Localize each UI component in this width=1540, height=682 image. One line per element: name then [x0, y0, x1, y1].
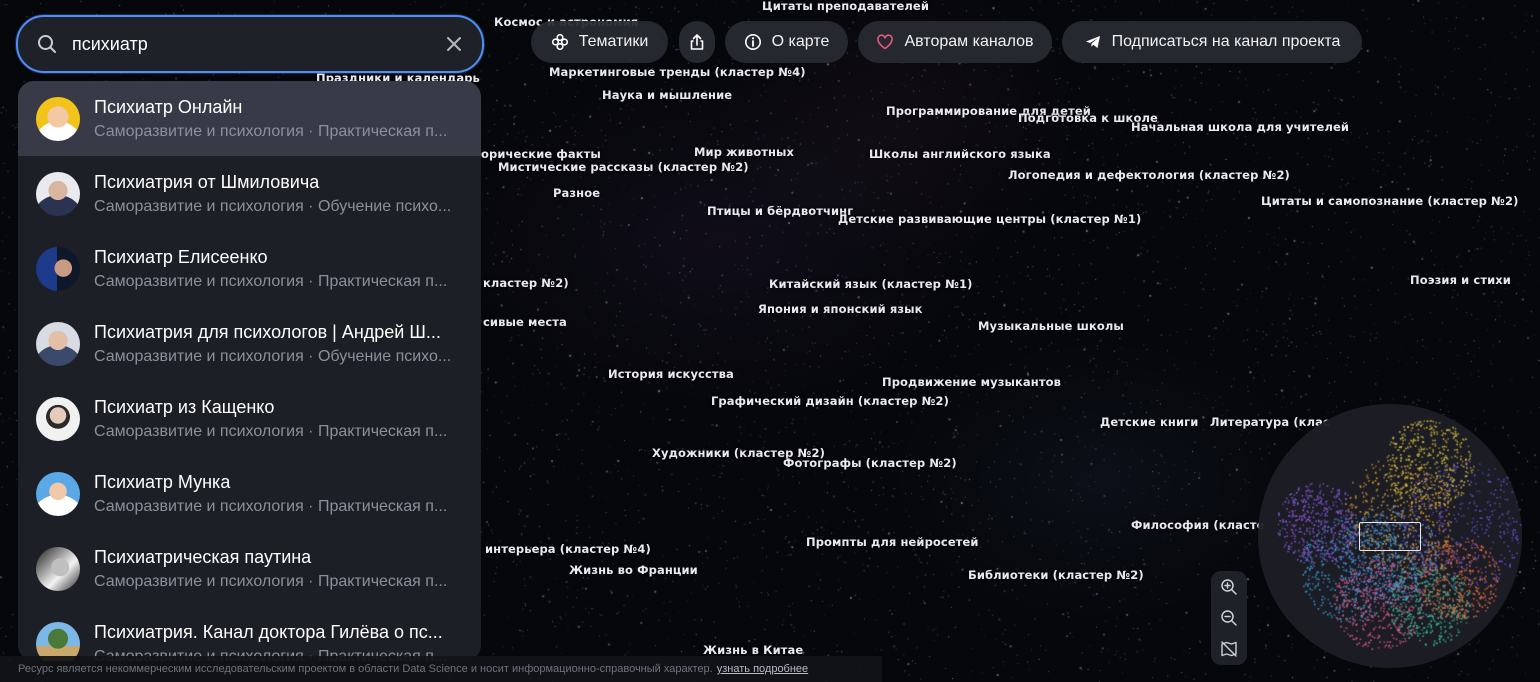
search-results: Психиатр Онлайн Саморазвитие и психологи… — [18, 81, 481, 661]
channel-avatar — [36, 246, 80, 291]
result-title: Психиатрия. Канал доктора Гилёва о пс... — [94, 622, 443, 642]
map-label[interactable]: Логопедия и дефектология (кластер №2) — [1008, 168, 1290, 182]
map-label[interactable]: Детские развивающие центры (кластер №1) — [838, 212, 1141, 226]
map-toggle-icon[interactable] — [1220, 640, 1238, 658]
result-title: Психиатрия для психологов | Андрей Ш... — [94, 322, 441, 342]
search-input[interactable] — [72, 33, 444, 55]
map-label[interactable]: сивые места — [483, 315, 567, 329]
search-result-item[interactable]: Психиатр из Кащенко Саморазвитие и психо… — [18, 381, 481, 456]
search-bar[interactable] — [16, 15, 484, 73]
about-map-label: О карте — [771, 33, 830, 50]
disclaimer-footer: Ресурс является некоммерческим исследова… — [0, 656, 882, 682]
map-label[interactable]: Мир животных — [694, 145, 794, 159]
search-result-item[interactable]: Психиатр Мунка Саморазвитие и психология… — [18, 456, 481, 531]
telegram-icon — [1085, 36, 1100, 48]
subscribe-button[interactable]: Подписаться на канал проекта — [1062, 21, 1362, 63]
channel-avatar — [36, 321, 80, 366]
map-label[interactable]: Птицы и бёрдвотчинг — [707, 204, 853, 218]
map-label[interactable]: Промпты для нейросетей — [806, 535, 979, 549]
result-title: Психиатр из Кащенко — [94, 397, 275, 417]
result-title: Психиатр Мунка — [94, 472, 231, 492]
close-icon[interactable] — [444, 34, 464, 54]
share-button[interactable] — [679, 21, 715, 63]
result-subtitle: Саморазвитие и психология · Практическая… — [94, 573, 448, 590]
flower-icon — [551, 33, 568, 51]
map-label[interactable]: Философия (класте — [1131, 518, 1265, 532]
search-result-item[interactable]: Психиатрия от Шмиловича Саморазвитие и п… — [18, 156, 481, 231]
map-label[interactable]: Музыкальные школы — [978, 319, 1124, 333]
result-subtitle: Саморазвитие и психология · Практическая… — [94, 498, 448, 515]
channel-avatar — [36, 396, 80, 441]
zoom-out-icon[interactable] — [1220, 609, 1238, 627]
map-label[interactable]: Библиотеки (кластер №2) — [968, 568, 1144, 582]
search-result-item[interactable]: Психиатрия. Канал доктора Гилёва о пс...… — [18, 606, 481, 661]
topics-button[interactable]: Тематики — [531, 21, 668, 63]
map-label[interactable]: Графический дизайн (кластер №2) — [711, 394, 949, 408]
result-title: Психиатрия от Шмиловича — [94, 172, 320, 192]
result-subtitle: Саморазвитие и психология · Практическая… — [94, 123, 448, 140]
map-label[interactable]: Жизнь во Франции — [569, 563, 698, 577]
map-label[interactable]: История искусства — [608, 367, 734, 381]
search-result-item[interactable]: Психиатрическая паутина Саморазвитие и п… — [18, 531, 481, 606]
subscribe-label: Подписаться на канал проекта — [1111, 33, 1341, 50]
map-label[interactable]: Цитаты преподавателей — [762, 0, 929, 13]
result-title: Психиатр Елисеенко — [94, 247, 268, 267]
map-label[interactable]: Маркетинговые тренды (кластер №4) — [549, 65, 806, 79]
heart-icon — [877, 34, 894, 50]
map-label[interactable]: Мистические рассказы (кластер №2) — [498, 160, 749, 174]
map-label[interactable]: Фотографы (кластер №2) — [783, 456, 957, 470]
channel-avatar — [36, 546, 80, 591]
map-label[interactable]: Япония и японский язык — [758, 302, 923, 316]
result-subtitle: Саморазвитие и психология · Практическая… — [94, 273, 448, 290]
map-label[interactable]: Детские книги — [1100, 415, 1198, 429]
info-icon — [744, 34, 761, 50]
result-title: Психиатрическая паутина — [94, 547, 312, 567]
topics-label: Тематики — [578, 33, 649, 50]
channel-avatar — [36, 471, 80, 516]
zoom-controls — [1211, 571, 1247, 665]
map-label[interactable]: Поэзия и стихи — [1410, 273, 1511, 287]
search-result-item[interactable]: Психиатр Онлайн Саморазвитие и психологи… — [18, 81, 481, 156]
disclaimer-text: Ресурс является некоммерческим исследова… — [18, 663, 713, 675]
map-label[interactable]: Школы английского языка — [869, 147, 1051, 161]
result-subtitle: Саморазвитие и психология · Практическая… — [94, 423, 448, 440]
map-label[interactable]: Жизнь в Китае — [703, 643, 803, 657]
map-label[interactable]: интерьера (кластер №4) — [485, 542, 651, 556]
map-label[interactable]: кластер №2) — [483, 276, 569, 290]
map-label[interactable]: орические факты — [481, 147, 601, 161]
authors-button[interactable]: Авторам каналов — [858, 21, 1052, 63]
minimap-viewport[interactable] — [1359, 522, 1421, 551]
search-icon — [38, 35, 56, 53]
map-label[interactable]: Китайский язык (кластер №1) — [769, 277, 973, 291]
search-result-item[interactable]: Психиатрия для психологов | Андрей Ш... … — [18, 306, 481, 381]
map-label[interactable]: Литература (клас — [1210, 415, 1330, 429]
result-subtitle: Саморазвитие и психология · Обучение пси… — [94, 198, 452, 215]
result-title: Психиатр Онлайн — [94, 97, 243, 117]
map-label[interactable]: Начальная школа для учителей — [1131, 120, 1349, 134]
map-label[interactable]: Разное — [553, 186, 600, 200]
channel-avatar — [36, 96, 80, 141]
map-label[interactable]: Наука и мышление — [602, 88, 732, 102]
channel-avatar — [36, 171, 80, 216]
authors-label: Авторам каналов — [904, 33, 1034, 50]
map-label[interactable]: Цитаты и самопознание (кластер №2) — [1261, 194, 1518, 208]
share-icon — [690, 34, 704, 50]
map-label[interactable]: Продвижение музыкантов — [882, 375, 1061, 389]
about-map-button[interactable]: О карте — [725, 21, 848, 63]
result-subtitle: Саморазвитие и психология · Обучение пси… — [94, 348, 452, 365]
search-result-item[interactable]: Психиатр Елисеенко Саморазвитие и психол… — [18, 231, 481, 306]
zoom-in-icon[interactable] — [1220, 578, 1238, 596]
learn-more-link[interactable]: узнать подробнее — [717, 663, 808, 675]
